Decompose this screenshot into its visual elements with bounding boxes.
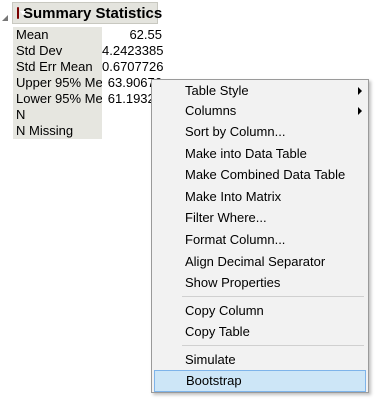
table-row: N 4: [13, 107, 165, 123]
menu-separator: [182, 345, 364, 346]
menu-item-align-decimal-separator[interactable]: Align Decimal Separator: [152, 251, 368, 273]
menu-item-make-into-data-table[interactable]: Make into Data Table: [152, 143, 368, 165]
stat-label: N: [13, 107, 102, 123]
menu-item-filter-where[interactable]: Filter Where...: [152, 207, 368, 229]
table-row: N Missing: [13, 123, 165, 139]
stat-value: 62.55: [129, 27, 162, 42]
menu-item-label: Make Into Matrix: [185, 189, 282, 204]
context-menu: Table Style Columns Sort by Column... Ma…: [151, 79, 369, 393]
menu-item-columns[interactable]: Columns: [152, 100, 368, 122]
submenu-arrow-icon: [358, 87, 362, 95]
menu-item-label: Bootstrap: [186, 373, 242, 388]
table-row: Upper 95% Mean 63.90676: [13, 75, 165, 91]
menu-item-label: Filter Where...: [185, 210, 267, 225]
menu-item-label: Make into Data Table: [185, 146, 307, 161]
stat-label: N Missing: [13, 123, 102, 139]
menu-item-label: Copy Column: [185, 303, 264, 318]
submenu-arrow-icon: [358, 107, 362, 115]
menu-item-copy-column[interactable]: Copy Column: [152, 300, 368, 322]
red-triangle-menu-icon[interactable]: [17, 7, 26, 19]
stat-value: 0.6707726: [102, 59, 164, 74]
disclosure-triangle-icon[interactable]: [2, 15, 8, 21]
stat-label: Mean: [13, 27, 102, 43]
stat-label: Lower 95% Mean: [13, 91, 102, 107]
menu-item-make-combined-data-table[interactable]: Make Combined Data Table: [152, 164, 368, 186]
summary-statistics-table[interactable]: Mean 62.55 Std Dev 4.2423385 Std Err Mea…: [13, 27, 165, 139]
table-row: Std Dev 4.2423385: [13, 43, 165, 59]
table-row: Lower 95% Mean 61.19323: [13, 91, 165, 107]
outline-title: Summary Statistics: [23, 4, 163, 22]
menu-item-label: Table Style: [185, 83, 249, 98]
menu-item-format-column[interactable]: Format Column...: [152, 229, 368, 251]
menu-item-bootstrap[interactable]: Bootstrap: [154, 370, 366, 392]
menu-item-label: Make Combined Data Table: [185, 167, 346, 182]
menu-item-label: Simulate: [185, 352, 236, 367]
menu-item-label: Align Decimal Separator: [185, 254, 326, 269]
table-row: Std Err Mean 0.6707726: [13, 59, 165, 75]
menu-item-make-into-matrix[interactable]: Make Into Matrix: [152, 186, 368, 208]
menu-item-label: Show Properties: [185, 275, 281, 290]
menu-separator: [182, 296, 364, 297]
outline-title-box: Summary Statistics: [12, 2, 162, 24]
jmp-report-window: Summary Statistics Mean 62.55 Std Dev 4.…: [0, 0, 375, 400]
menu-item-simulate[interactable]: Simulate: [152, 349, 368, 371]
table-row: Mean 62.55: [13, 27, 165, 43]
menu-item-sort-by-column[interactable]: Sort by Column...: [152, 121, 368, 143]
stat-label: Std Err Mean: [13, 59, 102, 75]
stat-value: 4.2423385: [102, 43, 164, 58]
stat-label: Std Dev: [13, 43, 102, 59]
menu-item-label: Copy Table: [185, 324, 250, 339]
menu-item-show-properties[interactable]: Show Properties: [152, 272, 368, 294]
menu-item-label: Columns: [185, 103, 237, 118]
stat-label: Upper 95% Mean: [13, 75, 102, 91]
menu-item-table-style[interactable]: Table Style: [152, 80, 368, 102]
menu-item-copy-table[interactable]: Copy Table: [152, 321, 368, 343]
outline-node: Summary Statistics: [0, 2, 162, 26]
menu-item-label: Sort by Column...: [185, 124, 286, 139]
menu-item-label: Format Column...: [185, 232, 286, 247]
